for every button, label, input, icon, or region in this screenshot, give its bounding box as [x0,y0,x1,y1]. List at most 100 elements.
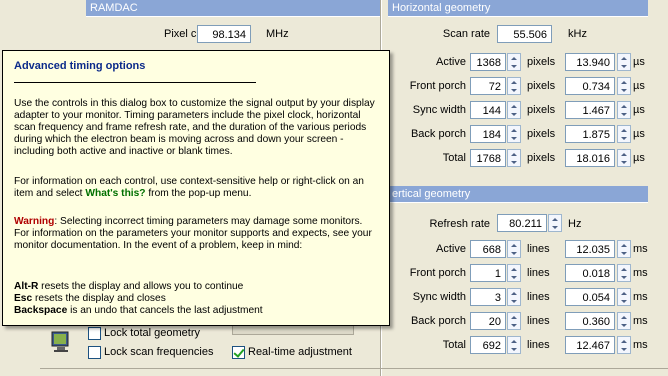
scan-rate-input[interactable]: 55.506 [497,25,552,43]
vertical-front-porch-label: Front porch [409,267,466,279]
horizontal-total-spinner[interactable] [507,149,521,167]
ramdac-group-title: RAMDAC [86,0,380,17]
horizontal-front-porch-time-spinner[interactable] [617,77,631,95]
help-key-alt-r: Alt-R resets the display and allows you … [14,281,380,293]
key-alt-r-desc: resets the display and allows you to con… [38,281,244,292]
vertical-front-porch-unit: lines [527,267,550,279]
horizontal-active-input[interactable]: 1368 [470,53,506,71]
vertical-total-time-input[interactable]: 12.467 [565,336,615,354]
monitor-icon [50,330,72,354]
horizontal-active-time-unit: µs [633,56,645,68]
horizontal-total-label: Total [442,152,466,164]
help-popup: Advanced timing options Use the controls… [2,50,390,326]
horizontal-front-porch-input[interactable]: 72 [470,77,506,95]
lock-scan-frequencies-label: Lock scan frequencies [104,346,214,358]
horizontal-sync-width-spinner[interactable] [507,101,521,119]
realtime-adjustment-checkbox[interactable] [232,346,245,359]
vertical-sync-width-unit: lines [527,291,550,303]
horizontal-geometry-title: Horizontal geometry [388,0,648,17]
key-backspace-desc: is an undo that cancels the last adjustm… [67,305,263,316]
horizontal-sync-width-unit: pixels [527,104,556,116]
whats-this-link[interactable]: What's this? [85,188,145,199]
scan-rate-label: Scan rate [442,28,490,40]
horizontal-total-unit: pixels [527,152,556,164]
horizontal-front-porch-unit: pixels [527,80,556,92]
horizontal-front-porch-time-input[interactable]: 0.734 [565,77,615,95]
horizontal-active-label: Active [436,56,466,68]
vertical-geometry-title: ertical geometry [388,186,648,203]
horizontal-front-porch-time-unit: µs [633,80,645,92]
vertical-total-input[interactable]: 692 [470,336,506,354]
vertical-total-label: Total [442,339,466,351]
vertical-sync-width-time-input[interactable]: 0.054 [565,288,615,306]
horizontal-active-time-input[interactable]: 13.940 [565,53,615,71]
vertical-active-unit: lines [527,243,550,255]
vertical-sync-width-time-spinner[interactable] [617,288,631,306]
vertical-front-porch-time-spinner[interactable] [617,264,631,282]
horizontal-sync-width-time-input[interactable]: 1.467 [565,101,615,119]
horizontal-front-porch-label: Front porch [409,80,466,92]
refresh-rate-label: Refresh rate [429,218,490,230]
horizontal-total-time-spinner[interactable] [617,149,631,167]
lock-total-geometry-checkbox[interactable] [88,327,101,340]
vertical-back-porch-time-input[interactable]: 0.360 [565,312,615,330]
vertical-total-time-unit: ms [633,339,648,351]
help-paragraph-warning: Warning: Selecting incorrect timing para… [14,216,380,252]
vertical-front-porch-time-input[interactable]: 0.018 [565,264,615,282]
horizontal-total-input[interactable]: 1768 [470,149,506,167]
key-esc-desc: resets the display and closes [32,293,166,304]
help-divider [14,82,256,83]
help-info-text-b: from the pop-up menu. [145,188,252,199]
key-esc: Esc [14,293,33,304]
horizontal-active-spinner[interactable] [507,53,521,71]
refresh-rate-unit: Hz [568,218,582,230]
key-alt-r: Alt-R [14,281,39,292]
horizontal-back-porch-time-input[interactable]: 1.875 [565,125,615,143]
vertical-front-porch-input[interactable]: 1 [470,264,506,282]
bottom-divider [40,368,668,369]
vertical-back-porch-input[interactable]: 20 [470,312,506,330]
horizontal-sync-width-time-spinner[interactable] [617,101,631,119]
horizontal-back-porch-input[interactable]: 184 [470,125,506,143]
vertical-sync-width-input[interactable]: 3 [470,288,506,306]
horizontal-back-porch-label: Back porch [410,128,466,140]
vertical-back-porch-time-spinner[interactable] [617,312,631,330]
vertical-back-porch-label: Back porch [410,315,466,327]
vertical-front-porch-spinner[interactable] [507,264,521,282]
vertical-active-time-spinner[interactable] [617,240,631,258]
refresh-rate-input[interactable]: 80.211 [497,214,547,232]
key-backspace: Backspace [14,305,68,316]
vertical-active-input[interactable]: 668 [470,240,506,258]
vertical-back-porch-time-unit: ms [633,315,648,327]
vertical-total-spinner[interactable] [507,336,521,354]
lock-total-geometry-label: Lock total geometry [104,327,200,339]
vertical-active-spinner[interactable] [507,240,521,258]
vertical-active-label: Active [436,243,466,255]
horizontal-active-time-spinner[interactable] [617,53,631,71]
help-key-esc: Esc resets the display and closes [14,293,380,305]
horizontal-total-time-unit: µs [633,152,645,164]
help-title: Advanced timing options [14,60,146,72]
pixel-clock-input[interactable]: 98.134 [197,25,251,43]
vertical-back-porch-spinner[interactable] [507,312,521,330]
horizontal-back-porch-time-spinner[interactable] [617,125,631,143]
horizontal-back-porch-time-unit: µs [633,128,645,140]
horizontal-total-time-input[interactable]: 18.016 [565,149,615,167]
vertical-sync-width-label: Sync width [412,291,466,303]
vertical-total-time-spinner[interactable] [617,336,631,354]
horizontal-sync-width-time-unit: µs [633,104,645,116]
warning-text: : Selecting incorrect timing parameters … [14,216,372,251]
vertical-front-porch-time-unit: ms [633,267,648,279]
vertical-active-time-input[interactable]: 12.035 [565,240,615,258]
lock-scan-frequencies-checkbox[interactable] [88,346,101,359]
vertical-sync-width-spinner[interactable] [507,288,521,306]
help-key-backspace: Backspace is an undo that cancels the la… [14,305,380,317]
refresh-rate-spinner[interactable] [548,214,562,232]
horizontal-front-porch-spinner[interactable] [507,77,521,95]
horizontal-sync-width-input[interactable]: 144 [470,101,506,119]
vertical-sync-width-time-unit: ms [633,291,648,303]
horizontal-back-porch-spinner[interactable] [507,125,521,143]
help-paragraph-info: For information on each control, use con… [14,176,380,200]
vertical-total-unit: lines [527,339,550,351]
horizontal-sync-width-label: Sync width [412,104,466,116]
